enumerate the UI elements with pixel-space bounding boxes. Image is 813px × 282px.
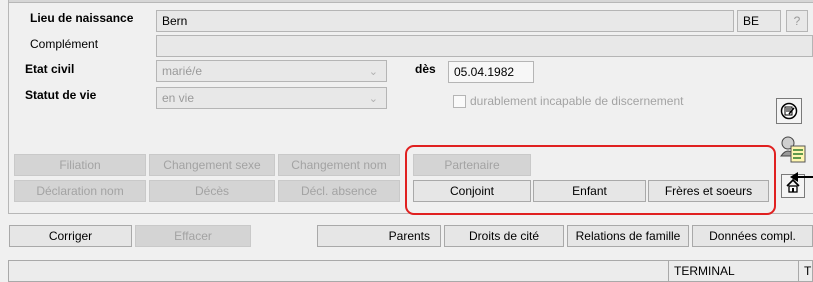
life-status-label: Statut de vie [25, 88, 97, 102]
parents-button[interactable]: Parents [317, 225, 441, 247]
canton-field[interactable]: BE [737, 10, 781, 32]
chevron-down-icon: ⌄ [368, 66, 378, 78]
help-button[interactable]: ? [786, 10, 808, 32]
life-status-select[interactable]: en vie ⌄ [156, 87, 387, 109]
correct-button[interactable]: Corriger [9, 225, 132, 247]
terminal-cell: TERMINAL [668, 261, 803, 281]
civil-status-select[interactable]: marié/e ⌄ [156, 60, 387, 82]
civil-status-label: Etat civil [25, 62, 75, 76]
person-card-button[interactable] [779, 134, 807, 164]
since-date-field[interactable]: 05.04.1982 [448, 61, 534, 83]
complement-label: Complément [30, 37, 99, 51]
birthplace-label: Lieu de naissance [30, 11, 134, 25]
incapable-checkbox-label: durablement incapable de discernement [470, 94, 684, 108]
delete-button[interactable]: Effacer [135, 225, 251, 247]
death-button[interactable]: Décès [149, 180, 275, 202]
additional-data-button[interactable]: Données compl. [692, 225, 813, 247]
chevron-down-icon: ⌄ [368, 93, 378, 105]
highlight-annotation [405, 145, 776, 215]
incapable-checkbox[interactable] [453, 95, 466, 108]
complement-field[interactable] [156, 35, 813, 57]
status-bar: TERMINAL T [8, 260, 813, 282]
life-status-value: en vie [162, 91, 195, 105]
arrow-left-icon [790, 172, 813, 182]
family-relations-button[interactable]: Relations de famille [567, 225, 689, 247]
civil-status-value: marié/e [162, 64, 203, 78]
absence-declaration-button[interactable]: Décl. absence [278, 180, 400, 202]
top-strip [9, 0, 813, 3]
status-extra-cell: T [798, 261, 813, 281]
filiation-button[interactable]: Filiation [14, 154, 146, 176]
name-declaration-button[interactable]: Déclaration nom [14, 180, 146, 202]
document-edit-icon [780, 102, 798, 120]
name-change-button[interactable]: Changement nom [278, 154, 400, 176]
since-label: dès [415, 62, 436, 76]
citizenship-button[interactable]: Droits de cité [444, 225, 564, 247]
person-card-icon [780, 136, 806, 163]
sex-change-button[interactable]: Changement sexe [149, 154, 275, 176]
birthplace-field[interactable]: Bern [156, 10, 734, 32]
document-edit-button[interactable] [776, 98, 802, 124]
